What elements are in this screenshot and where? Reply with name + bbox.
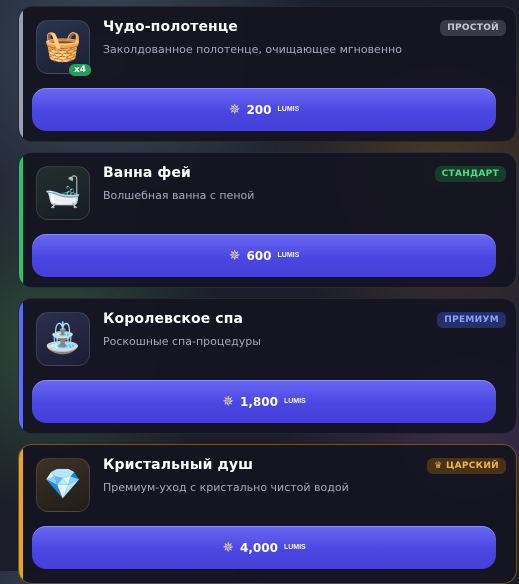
currency-label: LUMIS	[283, 544, 306, 551]
currency-label: LUMIS	[277, 106, 300, 113]
item-title: Ванна фей	[103, 165, 191, 181]
item-thumbnail: 💎	[36, 458, 90, 512]
tier-accent-bar	[19, 7, 23, 141]
tier-accent-bar	[19, 299, 23, 433]
price-amount: 1,800	[239, 394, 278, 409]
item-description: Заколдованное полотенце, очищающее мгнов…	[103, 43, 402, 56]
tier-accent-bar	[19, 445, 23, 583]
tier-badge: ПРОСТОЙ	[440, 20, 506, 36]
shop-item-card: 🧺 x4 Чудо-полотенце Заколдованное полоте…	[18, 6, 517, 142]
quantity-badge: x4	[69, 64, 92, 76]
item-title: Кристальный душ	[103, 457, 254, 473]
shop-item-card: 🛁 Ванна фей Волшебная ванна с пеной СТАН…	[18, 152, 517, 288]
shop-item-list: 🧺 x4 Чудо-полотенце Заколдованное полоте…	[0, 0, 519, 584]
crown-icon: ♛	[434, 461, 443, 471]
towel-icon: 🧺	[44, 29, 82, 64]
item-thumbnail: 🛁	[36, 166, 90, 220]
currency-label: LUMIS	[283, 398, 306, 405]
tier-badge-label: ЦАРСКИЙ	[445, 461, 499, 471]
buy-button[interactable]: ✵ 600 LUMIS	[32, 234, 496, 277]
crystal-shower-icon: 💎	[44, 467, 82, 502]
sun-coin-icon: ✵	[228, 247, 241, 263]
spa-icon: ⛲	[44, 321, 82, 356]
item-description: Роскошные спа-процедуры	[103, 335, 261, 348]
currency-label: LUMIS	[277, 252, 300, 259]
item-description: Премиум-уход с кристально чистой водой	[103, 481, 349, 494]
item-thumbnail: ⛲	[36, 312, 90, 366]
item-description: Волшебная ванна с пеной	[103, 189, 255, 202]
bathtub-icon: 🛁	[44, 175, 82, 210]
buy-button[interactable]: ✵ 200 LUMIS	[32, 88, 496, 131]
buy-button[interactable]: ✵ 1,800 LUMIS	[32, 380, 496, 423]
price-amount: 4,000	[239, 540, 278, 555]
shop-item-card: ⛲ Королевское спа Роскошные спа-процедур…	[18, 298, 517, 434]
tier-badge: СТАНДАРТ	[434, 166, 506, 182]
tier-badge: ♛ ЦАРСКИЙ	[427, 458, 506, 474]
shop-item-card: 💎 Кристальный душ Премиум-уход с кристал…	[18, 444, 517, 584]
sun-coin-icon: ✵	[228, 101, 241, 117]
price-amount: 600	[246, 248, 272, 263]
sun-coin-icon: ✵	[222, 393, 234, 409]
tier-badge: ПРЕМИУМ	[437, 312, 506, 328]
tier-accent-bar	[19, 153, 23, 287]
buy-button[interactable]: ✵ 4,000 LUMIS	[32, 526, 496, 569]
sun-coin-icon: ✵	[222, 539, 234, 555]
item-title: Королевское спа	[103, 311, 244, 327]
price-amount: 200	[246, 102, 272, 117]
item-title: Чудо-полотенце	[103, 19, 238, 35]
